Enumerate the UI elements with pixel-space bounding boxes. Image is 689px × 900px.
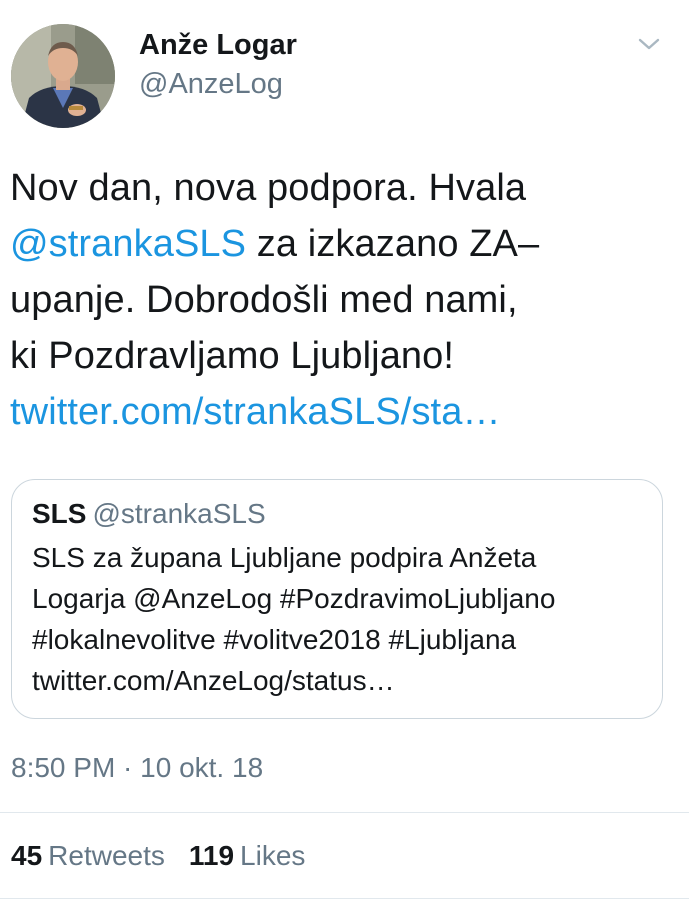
mention-link[interactable]: @strankaSLS: [10, 223, 246, 265]
avatar[interactable]: [11, 24, 115, 128]
avatar-photo: [11, 24, 115, 128]
url-link[interactable]: twitter.com/strankaSLS/sta…: [10, 391, 501, 433]
quoted-tweet-text: SLS za župana Ljubljane podpira Anžeta L…: [32, 537, 652, 701]
quoted-text-line: #lokalnevolitve #volitve2018 #Ljubljana: [32, 624, 517, 655]
author-display-name[interactable]: Anže Logar: [139, 26, 297, 64]
tweet-timestamp[interactable]: 8:50 PM · 10 okt. 18: [11, 750, 263, 786]
tweet-text-line: @strankaSLS za izkazano ZA–: [10, 216, 680, 272]
retweets-count: 45: [11, 840, 43, 871]
tweet-text-span: upanje. Dobrodošli med nami,: [10, 279, 518, 321]
retweets-label: Retweets: [48, 840, 165, 871]
chevron-down-icon[interactable]: [635, 34, 663, 54]
tweet-text-span: ki Pozdravljamo Ljubljano!: [10, 335, 455, 377]
tweet-card: Anže Logar @AnzeLog Nov dan, nova podpor…: [0, 0, 689, 900]
quoted-author-handle: @strankaSLS: [92, 498, 266, 529]
quoted-tweet-header: SLS @strankaSLS: [32, 496, 266, 532]
tweet-text-line: twitter.com/strankaSLS/sta…: [10, 384, 680, 440]
tweet-text-span: za izkazano ZA–: [246, 223, 540, 265]
quoted-tweet[interactable]: SLS @strankaSLS SLS za župana Ljubljane p…: [11, 479, 663, 719]
likes-count: 119: [188, 840, 235, 871]
author-names: Anže Logar @AnzeLog: [139, 26, 297, 104]
quoted-text-line: Logarja @AnzeLog #PozdravimoLjubljano: [32, 583, 556, 614]
tweet-header: Anže Logar @AnzeLog: [11, 18, 671, 128]
quoted-text-line: twitter.com/AnzeLog/status…: [32, 665, 395, 696]
tweet-stats: 45 Retweets 119 Likes: [11, 838, 305, 874]
likes-stat[interactable]: 119 Likes: [189, 840, 306, 871]
quoted-author-name: SLS: [32, 498, 87, 529]
divider: [0, 812, 689, 813]
tweet-text-line: upanje. Dobrodošli med nami,: [10, 272, 680, 328]
tweet-text-span: Nov dan, nova podpora. Hvala: [10, 167, 527, 209]
retweets-stat[interactable]: 45 Retweets: [11, 840, 165, 871]
tweet-text-line: ki Pozdravljamo Ljubljano!: [10, 328, 680, 384]
likes-label: Likes: [240, 840, 306, 871]
author-handle[interactable]: @AnzeLog: [139, 64, 297, 104]
divider: [0, 898, 689, 899]
quoted-text-line: SLS za župana Ljubljane podpira Anžeta: [32, 542, 537, 573]
tweet-text-line: Nov dan, nova podpora. Hvala: [10, 160, 680, 216]
tweet-text: Nov dan, nova podpora. Hvala @strankaSLS…: [10, 160, 680, 440]
